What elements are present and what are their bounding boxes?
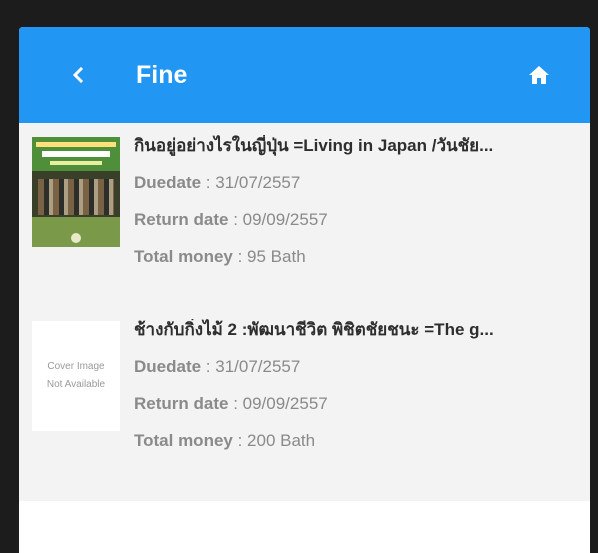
app-frame: Fine กินอยู่อย่างไรในญี่ปุ่น =Living in …	[19, 27, 590, 553]
cover-placeholder-text: Not Available	[46, 379, 106, 390]
separator: :	[232, 247, 248, 266]
fine-list: กินอยู่อย่างไรในญี่ปุ่น =Living in Japan…	[19, 123, 590, 501]
separator: :	[201, 173, 216, 192]
total-money-value: 200 Bath	[247, 431, 316, 450]
return-date-value: 09/09/2557	[242, 394, 328, 413]
back-button[interactable]	[63, 27, 93, 123]
duedate-label: Duedate	[134, 173, 202, 192]
total-money-value: 95 Bath	[247, 247, 306, 266]
app-header: Fine	[19, 27, 590, 123]
total-money-label: Total money	[134, 431, 233, 450]
return-date-value: 09/09/2557	[242, 210, 328, 229]
return-date-label: Return date	[134, 210, 229, 229]
total-money-label: Total money	[134, 247, 233, 266]
return-date-label: Return date	[134, 394, 229, 413]
book-title: ช้างกับกิ่งไม้ 2 :พัฒนาชีวิต พิชิตชัยชนะ…	[134, 320, 494, 339]
cover-placeholder: Cover Image Not Available	[32, 321, 120, 431]
separator: :	[232, 431, 248, 450]
duedate-label: Duedate	[134, 357, 202, 376]
book-cover-image	[32, 137, 120, 247]
item-info: กินอยู่อย่างไรในญี่ปุ่น =Living in Japan…	[134, 135, 576, 268]
separator: :	[228, 394, 243, 413]
duedate-row: Duedate : 31/07/2557	[134, 356, 576, 378]
total-money-row: Total money : 200 Bath	[134, 430, 576, 452]
duedate-value: 31/07/2557	[215, 173, 301, 192]
return-date-row: Return date : 09/09/2557	[134, 393, 576, 415]
separator: :	[228, 210, 243, 229]
return-date-row: Return date : 09/09/2557	[134, 209, 576, 231]
list-item[interactable]: Cover Image Not Available ช้างกับกิ่งไม้…	[19, 307, 590, 491]
home-button[interactable]	[519, 27, 559, 123]
page-title: Fine	[136, 61, 188, 89]
item-info: ช้างกับกิ่งไม้ 2 :พัฒนาชีวิต พิชิตชัยชนะ…	[134, 319, 576, 452]
separator: :	[201, 357, 216, 376]
cover-placeholder-text: Cover Image	[47, 361, 105, 372]
book-title: กินอยู่อย่างไรในญี่ปุ่น =Living in Japan…	[134, 136, 494, 155]
list-item[interactable]: กินอยู่อย่างไรในญี่ปุ่น =Living in Japan…	[19, 123, 590, 307]
blank-area	[19, 501, 590, 553]
chevron-left-icon	[72, 67, 84, 83]
home-icon	[529, 66, 549, 84]
duedate-row: Duedate : 31/07/2557	[134, 172, 576, 194]
duedate-value: 31/07/2557	[215, 357, 301, 376]
total-money-row: Total money : 95 Bath	[134, 246, 576, 268]
